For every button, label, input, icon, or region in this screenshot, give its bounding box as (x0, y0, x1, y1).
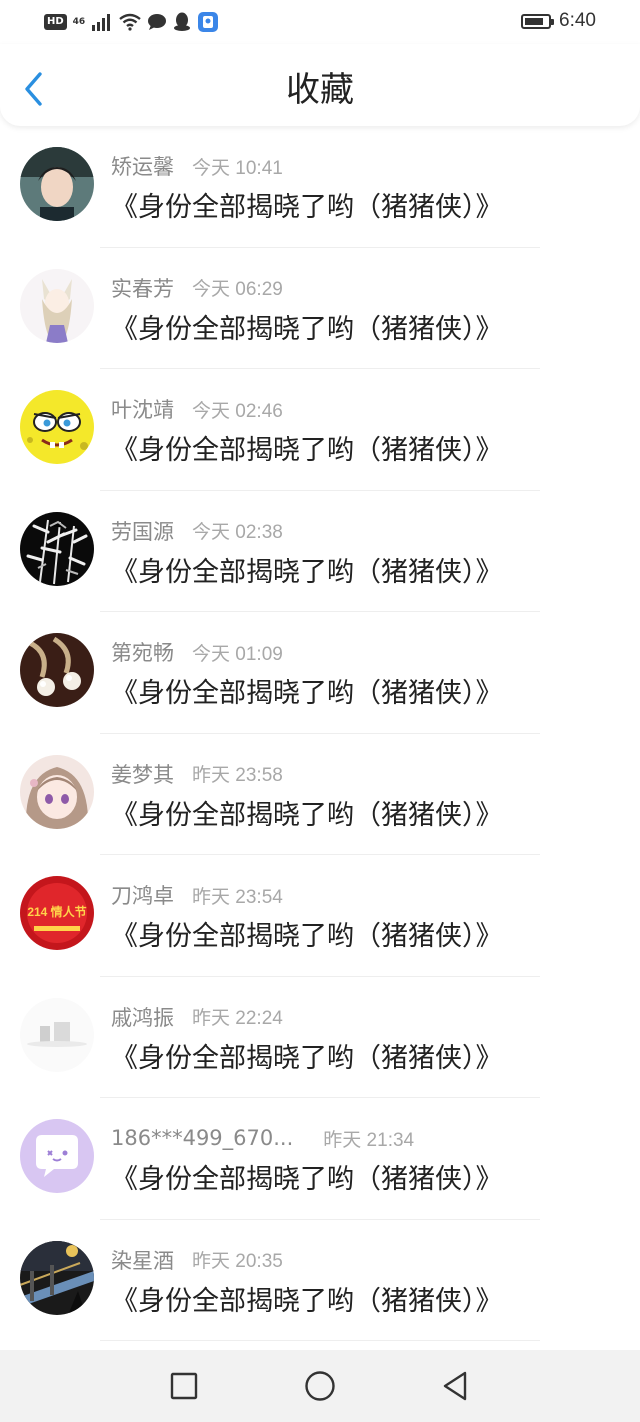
avatar (20, 1240, 94, 1315)
recents-button[interactable] (166, 1368, 202, 1404)
avatar (20, 997, 94, 1072)
list-item[interactable]: 姜梦其 昨天 23:58 《身份全部揭晓了哟（猪猪侠）》 (0, 734, 640, 855)
hd-badge: HD (44, 14, 67, 30)
timestamp: 今天 02:46 (192, 400, 283, 422)
user-name: 矫运馨 (111, 155, 174, 179)
back-nav-button[interactable] (438, 1368, 474, 1404)
avatar (20, 1119, 94, 1193)
item-meta: 实春芳 今天 06:29 (111, 272, 283, 304)
avatar: 214 情人节 (20, 876, 94, 950)
status-bar: HD 46 6:40 (0, 0, 640, 44)
favorites-list: 矫运馨 今天 10:41 《身份全部揭晓了哟（猪猪侠）》 实春芳 今天 06:2… (0, 126, 640, 1341)
user-name: 染星酒 (111, 1248, 174, 1273)
avatar-label: 214 情人节 (27, 904, 86, 919)
network-type: 46 (72, 16, 86, 27)
timestamp: 昨天 22:24 (192, 1008, 283, 1029)
timestamp: 昨天 23:58 (192, 765, 283, 786)
user-name: 第宛畅 (111, 641, 174, 665)
wifi-icon (118, 13, 141, 31)
list-item[interactable]: 矫运馨 今天 10:41 《身份全部揭晓了哟（猪猪侠）》 (0, 126, 640, 248)
avatar (20, 147, 94, 221)
item-title: 《身份全部揭晓了哟（猪猪侠）》 (111, 921, 503, 952)
battery-icon (521, 13, 555, 29)
avatar (20, 268, 94, 343)
qq-icon (173, 12, 190, 31)
item-meta: 劳国源 今天 02:38 (111, 515, 283, 547)
timestamp: 今天 01:09 (192, 643, 283, 665)
item-title: 《身份全部揭晓了哟（猪猪侠）》 (111, 1042, 503, 1074)
status-icons-left: HD 46 (44, 10, 219, 34)
list-item[interactable]: 第宛畅 今天 01:09 《身份全部揭晓了哟（猪猪侠）》 (0, 612, 640, 734)
page-title: 收藏 (286, 70, 354, 110)
message-icon (147, 14, 166, 30)
user-name: 劳国源 (111, 519, 174, 544)
avatar (20, 633, 94, 707)
item-meta: 刀鸿卓 昨天 23:54 (111, 879, 283, 911)
item-meta: 186***499_670... 昨天 21:34 (111, 1122, 414, 1154)
clock: 6:40 (559, 10, 596, 31)
system-nav-bar (0, 1350, 640, 1422)
recents-square-icon (170, 1372, 198, 1400)
divider (100, 1340, 540, 1341)
item-title: 《身份全部揭晓了哟（猪猪侠）》 (111, 1285, 503, 1317)
avatar (20, 511, 94, 586)
avatar (20, 390, 94, 464)
list-item[interactable]: 叶沈靖 今天 02:46 《身份全部揭晓了哟（猪猪侠）》 (0, 369, 640, 491)
timestamp: 昨天 23:54 (192, 886, 283, 908)
list-item[interactable]: 戚鸿振 昨天 22:24 《身份全部揭晓了哟（猪猪侠）》 (0, 977, 640, 1098)
header: 收藏 (0, 44, 640, 126)
user-name: 叶沈靖 (111, 398, 174, 422)
list-item[interactable]: 实春芳 今天 06:29 《身份全部揭晓了哟（猪猪侠）》 (0, 248, 640, 369)
timestamp: 昨天 20:35 (192, 1251, 283, 1272)
timestamp: 今天 06:29 (192, 279, 283, 300)
home-button[interactable] (302, 1368, 338, 1404)
item-meta: 姜梦其 昨天 23:58 (111, 758, 283, 790)
user-name: 刀鸿卓 (111, 884, 174, 908)
item-title: 《身份全部揭晓了哟（猪猪侠）》 (111, 799, 503, 831)
list-item[interactable]: 劳国源 今天 02:38 《身份全部揭晓了哟（猪猪侠）》 (0, 491, 640, 612)
list-item[interactable]: 214 情人节 刀鸿卓 昨天 23:54 《身份全部揭晓了哟（猪猪侠）》 (0, 855, 640, 977)
item-title: 《身份全部揭晓了哟（猪猪侠）》 (111, 313, 503, 345)
item-meta: 戚鸿振 昨天 22:24 (111, 1001, 283, 1033)
timestamp: 昨天 21:34 (323, 1129, 415, 1151)
user-name: 实春芳 (111, 276, 174, 301)
item-title: 《身份全部揭晓了哟（猪猪侠）》 (111, 678, 503, 709)
item-meta: 叶沈靖 今天 02:46 (111, 393, 283, 425)
user-name: 姜梦其 (111, 762, 174, 787)
signal-icon (91, 14, 110, 31)
item-meta: 第宛畅 今天 01:09 (111, 636, 283, 668)
home-circle-icon (305, 1371, 335, 1401)
app-icon (197, 12, 218, 32)
item-meta: 矫运馨 今天 10:41 (111, 150, 283, 182)
back-triangle-icon (443, 1371, 467, 1401)
item-title: 《身份全部揭晓了哟（猪猪侠）》 (111, 556, 503, 588)
item-title: 《身份全部揭晓了哟（猪猪侠）》 (111, 1164, 503, 1195)
list-item[interactable]: 186***499_670... 昨天 21:34 《身份全部揭晓了哟（猪猪侠）… (0, 1098, 640, 1220)
avatar (20, 754, 94, 829)
item-title: 《身份全部揭晓了哟（猪猪侠）》 (111, 192, 503, 223)
battery-level (525, 17, 544, 25)
list-item[interactable]: 染星酒 昨天 20:35 《身份全部揭晓了哟（猪猪侠）》 (0, 1220, 640, 1341)
item-title: 《身份全部揭晓了哟（猪猪侠）》 (111, 435, 503, 466)
user-name: 186***499_670... (111, 1126, 294, 1150)
item-meta: 染星酒 昨天 20:35 (111, 1244, 283, 1276)
user-name: 戚鸿振 (111, 1005, 174, 1030)
timestamp: 今天 02:38 (192, 522, 283, 543)
status-icons-right: 6:40 (521, 8, 596, 34)
timestamp: 今天 10:41 (192, 157, 283, 179)
